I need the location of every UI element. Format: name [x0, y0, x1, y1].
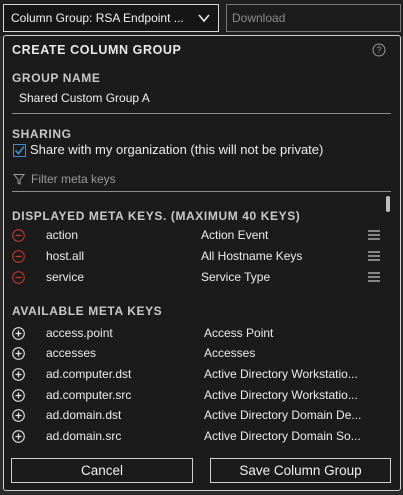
available-key-row: access.point Access Point — [4, 324, 402, 344]
column-group-select-label: Column Group: RSA Endpoint ... — [11, 11, 184, 25]
scrollbar-thumb[interactable] — [386, 196, 390, 212]
sharing-label: SHARING — [12, 127, 72, 141]
meta-key-name: ad.domain.dst — [46, 408, 122, 422]
available-key-row: ad.computer.src Active Directory Worksta… — [4, 386, 402, 406]
minus-circle-icon[interactable] — [12, 271, 25, 284]
displayed-key-row: host.all All Hostname Keys — [4, 247, 402, 267]
drag-handle-icon[interactable] — [368, 230, 380, 240]
top-toolbar: Column Group: RSA Endpoint ... Download — [0, 0, 403, 36]
plus-circle-icon[interactable] — [12, 389, 25, 402]
group-name-input[interactable]: Shared Custom Group A — [19, 91, 150, 105]
share-checkbox-label: Share with my organization (this will no… — [30, 142, 324, 157]
meta-key-description: Access Point — [204, 326, 274, 340]
checkbox-checked-icon[interactable] — [13, 144, 26, 157]
meta-key-name: ad.computer.src — [46, 388, 132, 402]
meta-key-name: access.point — [46, 326, 113, 340]
filter-placeholder: Filter meta keys — [31, 172, 116, 186]
available-key-row: ad.domain.src Active Directory Domain So… — [4, 427, 402, 447]
group-name-label: GROUP NAME — [12, 71, 101, 85]
save-button-label: Save Column Group — [239, 463, 362, 478]
available-meta-keys-heading: AVAILABLE META KEYS — [12, 304, 163, 318]
available-keys-list: access.point Access Point accesses Acces… — [4, 324, 402, 449]
share-checkbox-row[interactable]: Share with my organization (this will no… — [13, 142, 323, 157]
meta-key-description: Active Directory Domain So... — [204, 429, 361, 443]
download-button[interactable]: Download — [226, 4, 401, 32]
create-column-group-panel: CREATE COLUMN GROUP ? GROUP NAME Shared … — [3, 35, 401, 491]
meta-key-description: All Hostname Keys — [201, 249, 303, 263]
meta-key-description: Action Event — [201, 228, 269, 242]
filter-icon — [12, 174, 26, 185]
meta-key-name: accesses — [46, 346, 97, 360]
filter-underline — [12, 191, 391, 192]
filter-meta-keys-input[interactable]: Filter meta keys — [12, 172, 116, 186]
column-group-select[interactable]: Column Group: RSA Endpoint ... — [3, 4, 219, 32]
plus-circle-icon[interactable] — [12, 409, 25, 422]
plus-circle-icon[interactable] — [12, 347, 25, 360]
svg-text:?: ? — [376, 45, 381, 55]
meta-key-name: action — [46, 228, 79, 242]
meta-key-description: Accesses — [204, 346, 256, 360]
displayed-key-row: service Service Type — [4, 268, 402, 288]
available-key-row: ad.computer.dst Active Directory Worksta… — [4, 365, 402, 385]
meta-key-description: Active Directory Domain De... — [204, 408, 362, 422]
meta-key-name: ad.domain.src — [46, 429, 122, 443]
available-key-row: accesses Accesses — [4, 344, 402, 364]
meta-key-description: Active Directory Workstatio... — [204, 388, 358, 402]
meta-key-description: Active Directory Workstatio... — [204, 367, 358, 381]
minus-circle-icon[interactable] — [12, 250, 25, 263]
drag-handle-icon[interactable] — [368, 272, 380, 282]
displayed-key-row: action Action Event — [4, 226, 402, 246]
panel-title: CREATE COLUMN GROUP — [12, 43, 182, 57]
plus-circle-icon[interactable] — [12, 368, 25, 381]
plus-circle-icon[interactable] — [12, 327, 25, 340]
save-column-group-button[interactable]: Save Column Group — [210, 458, 391, 483]
meta-key-description: Service Type — [201, 270, 271, 284]
cancel-button[interactable]: Cancel — [11, 458, 193, 483]
group-name-underline — [12, 113, 391, 114]
plus-circle-icon[interactable] — [12, 430, 25, 443]
chevron-down-icon — [198, 14, 210, 23]
question-circle-icon[interactable]: ? — [372, 43, 386, 57]
displayed-meta-keys-heading: DISPLAYED META KEYS. (MAXIMUM 40 KEYS) — [12, 209, 301, 223]
available-key-row: ad.domain.dst Active Directory Domain De… — [4, 406, 402, 426]
meta-key-name: host.all — [46, 249, 85, 263]
drag-handle-icon[interactable] — [368, 251, 380, 261]
minus-circle-icon[interactable] — [12, 229, 25, 242]
meta-key-name: ad.computer.dst — [46, 367, 132, 381]
cancel-button-label: Cancel — [80, 463, 124, 478]
meta-key-name: service — [46, 270, 85, 284]
download-label: Download — [232, 11, 286, 25]
